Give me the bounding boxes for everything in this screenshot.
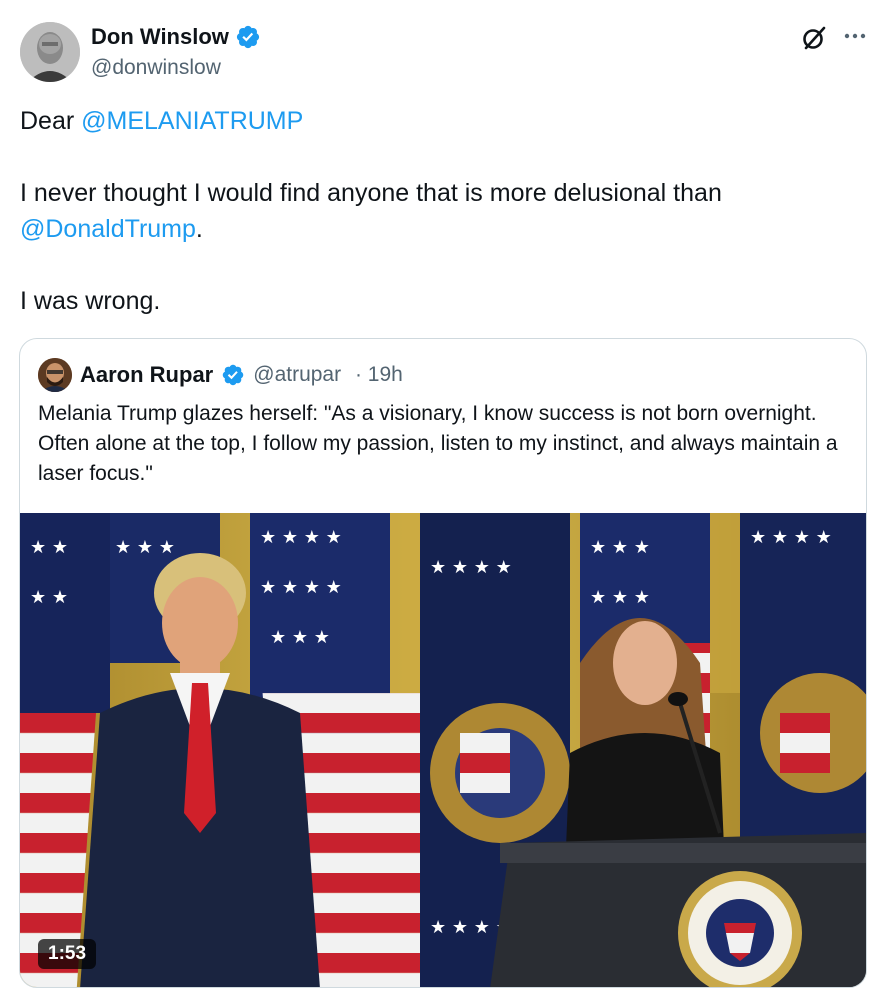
quote-author-display-name[interactable]: Aaron Rupar (80, 362, 213, 388)
quote-meta-separator: · (349, 363, 368, 386)
tweet-text-line-2: I never thought I would find anyone that… (20, 175, 866, 247)
svg-text:★ ★: ★ ★ (30, 537, 68, 558)
tweet-text-sentence: I never thought I would find anyone that… (20, 179, 722, 207)
quote-timestamp[interactable]: 19h (368, 363, 403, 387)
quote-tweet-card[interactable]: Aaron Rupar @atrupar · 19h Melania Trump… (19, 338, 867, 988)
svg-text:★ ★ ★: ★ ★ ★ (270, 627, 330, 648)
tweet-text-period: . (195, 215, 203, 243)
quote-author-avatar[interactable] (38, 358, 72, 392)
svg-text:★ ★ ★: ★ ★ ★ (590, 587, 650, 608)
svg-text:★ ★ ★ ★: ★ ★ ★ ★ (260, 577, 342, 598)
verified-badge-icon (236, 25, 260, 49)
tweet-text-greeting: Dear (20, 107, 82, 135)
svg-text:★ ★ ★ ★: ★ ★ ★ ★ (260, 527, 342, 548)
tweet-text-line-3: I was wrong. (20, 287, 161, 315)
tweet: Don Winslow @donwinslow Dear @MELANIATRU… (0, 0, 886, 1008)
more-icon[interactable] (842, 26, 868, 46)
grok-icon[interactable] (800, 24, 828, 52)
author-name-row: Don Winslow (91, 24, 261, 50)
tweet-text: Dear @MELANIATRUMP I never thought I wou… (20, 103, 866, 319)
svg-text:★ ★: ★ ★ (30, 587, 68, 608)
svg-text:★ ★ ★: ★ ★ ★ (590, 537, 650, 558)
author-avatar-image (20, 22, 80, 82)
author-avatar[interactable] (20, 22, 80, 82)
svg-text:★ ★ ★ ★: ★ ★ ★ ★ (430, 557, 512, 578)
svg-text:★ ★ ★ ★: ★ ★ ★ ★ (750, 527, 832, 548)
video-thumbnail: ★ ★ ★ ★ ★ ★ ★ ★ ★ ★ ★ ★ ★ ★ ★ ★ ★ ★ ★ ★ … (20, 513, 866, 987)
quote-header: Aaron Rupar @atrupar · 19h (38, 357, 403, 393)
svg-text:★ ★ ★: ★ ★ ★ (115, 537, 175, 558)
quote-text: Melania Trump glazes herself: "As a visi… (38, 402, 838, 485)
quote-avatar-image (38, 358, 72, 392)
more-dots-icon (844, 33, 866, 39)
mention-link-melaniatrump[interactable]: @MELANIATRUMP (81, 107, 303, 135)
author-handle[interactable]: @donwinslow (91, 56, 221, 80)
author-display-name[interactable]: Don Winslow (91, 24, 229, 50)
video-duration: 1:53 (38, 939, 97, 969)
tweet-text-line-1: Dear @MELANIATRUMP (20, 103, 866, 139)
quote-video[interactable]: ★ ★ ★ ★ ★ ★ ★ ★ ★ ★ ★ ★ ★ ★ ★ ★ ★ ★ ★ ★ … (20, 513, 866, 987)
quote-author-handle[interactable]: @atrupar (253, 363, 341, 387)
quote-verified-badge-icon (223, 364, 244, 386)
mention-link-donaldtrump[interactable]: @DonaldTrump (20, 215, 196, 243)
